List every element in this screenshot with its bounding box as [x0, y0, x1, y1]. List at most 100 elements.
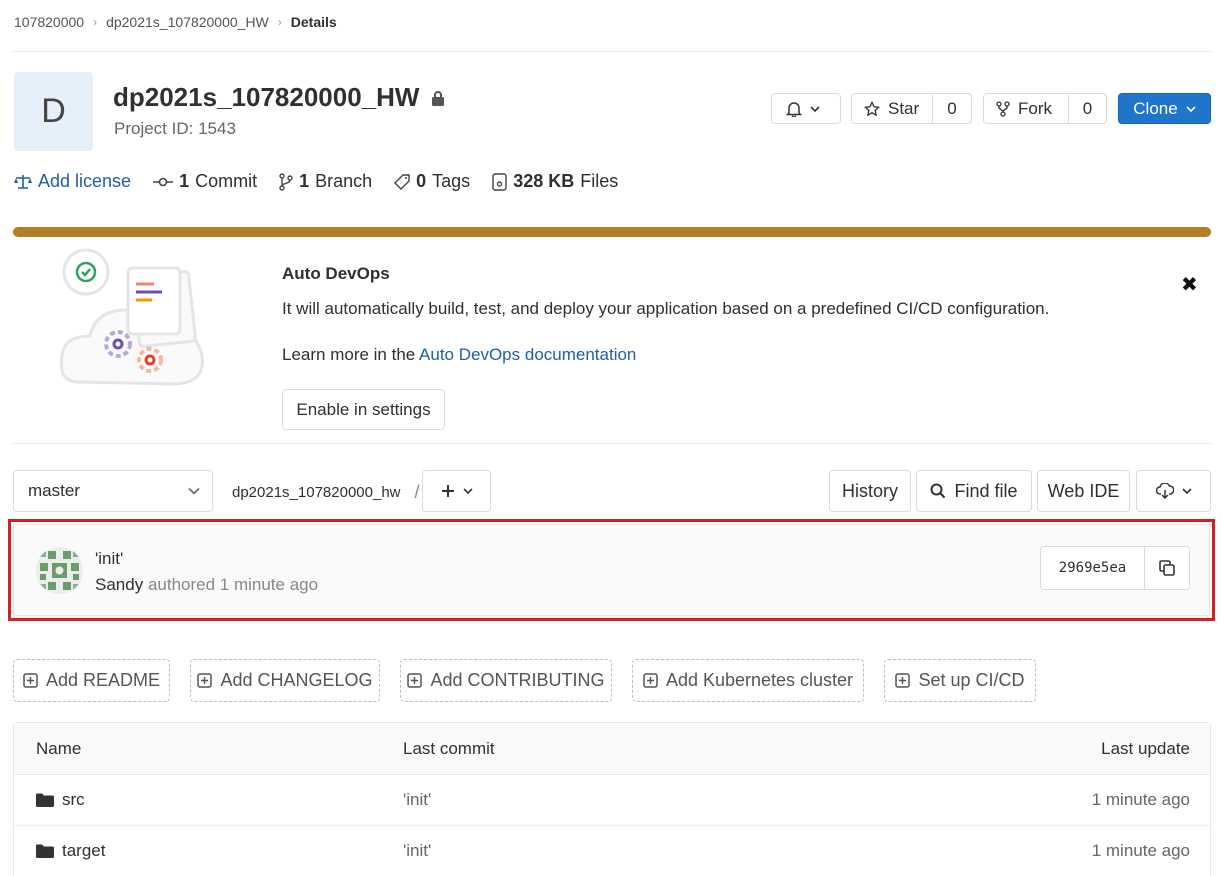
- scale-icon: [14, 174, 32, 189]
- branch-name: master: [28, 481, 80, 500]
- author-avatar[interactable]: [36, 547, 83, 594]
- branch-label: Branch: [315, 171, 373, 191]
- table-header: Name Last commit Last update: [14, 723, 1210, 775]
- bell-icon: [786, 101, 802, 117]
- project-name: dp2021s_107820000_HW: [113, 82, 420, 112]
- devops-illustration: [59, 248, 204, 386]
- plus-square-icon: [197, 673, 213, 688]
- commit-time: authored 1 minute ago: [147, 575, 319, 594]
- file-name[interactable]: target: [62, 841, 105, 861]
- plus-square-icon: [407, 673, 423, 688]
- disk-icon: [492, 172, 507, 191]
- search-icon: [930, 483, 946, 499]
- commit-count: 1: [179, 171, 190, 191]
- download-dropdown[interactable]: [1136, 470, 1211, 512]
- devops-docs-link[interactable]: Auto DevOps documentation: [419, 345, 636, 364]
- identicon-icon: [36, 547, 83, 594]
- notification-dropdown[interactable]: [771, 93, 841, 124]
- column-header-last-update: Last update: [1101, 738, 1190, 758]
- add-contributing-label: Add CONTRIBUTING: [430, 670, 605, 690]
- commit-sha-group: 2969e5ea: [1040, 546, 1190, 590]
- fork-label: Fork: [1018, 98, 1052, 118]
- lock-icon: [432, 90, 445, 106]
- chevron-down-icon: [462, 488, 473, 495]
- history-button[interactable]: History: [829, 470, 911, 512]
- chevron-down-icon: [1181, 488, 1192, 495]
- find-file-button[interactable]: Find file: [916, 470, 1032, 512]
- close-icon[interactable]: ✖: [1181, 272, 1198, 297]
- project-avatar: D: [14, 72, 93, 151]
- find-file-label: Find file: [954, 480, 1018, 501]
- clone-dropdown-button[interactable]: Clone: [1118, 93, 1211, 124]
- add-to-tree-dropdown[interactable]: [422, 470, 491, 512]
- files-size: 328 KB: [513, 171, 575, 191]
- enable-in-settings-button[interactable]: Enable in settings: [282, 389, 445, 430]
- folder-icon: [36, 793, 54, 807]
- commit-message[interactable]: 'init': [95, 549, 123, 569]
- add-kubernetes-cluster-label: Add Kubernetes cluster: [665, 670, 854, 690]
- commit-label: Commit: [195, 171, 258, 191]
- breadcrumb: 107820000 › dp2021s_107820000_HW › Detai…: [14, 12, 337, 32]
- breadcrumb-current[interactable]: Details: [291, 14, 337, 30]
- branches-stat[interactable]: 1 Branch: [279, 171, 372, 192]
- star-label: Star: [888, 98, 920, 118]
- chevron-down-icon: [1186, 105, 1196, 112]
- breadcrumb-group-link[interactable]: 107820000: [14, 14, 84, 30]
- commits-stat[interactable]: 1 Commit: [153, 171, 257, 192]
- repo-path: dp2021s_107820000_hw /: [232, 482, 420, 503]
- file-last-commit[interactable]: 'init': [403, 826, 431, 876]
- divider: [13, 443, 1211, 444]
- table-row[interactable]: target 'init' 1 minute ago: [14, 826, 1210, 876]
- commit-author[interactable]: Sandy: [95, 575, 143, 594]
- devops-learn-prefix: Learn more in the: [282, 345, 420, 364]
- file-last-update: 1 minute ago: [1091, 841, 1190, 860]
- plus-square-icon: [643, 673, 658, 688]
- folder-icon: [36, 844, 54, 858]
- copy-sha-button[interactable]: [1145, 547, 1189, 589]
- add-readme-label: Add README: [45, 670, 161, 690]
- copy-icon: [1159, 560, 1175, 576]
- add-changelog-button[interactable]: Add CHANGELOG: [190, 659, 380, 702]
- devops-banner-accent: [13, 227, 1211, 237]
- chevron-right-icon: ›: [93, 15, 98, 29]
- column-header-last-commit: Last commit: [403, 738, 495, 758]
- commit-sha[interactable]: 2969e5ea: [1041, 547, 1145, 589]
- tag-icon: [394, 173, 410, 190]
- file-name-cell[interactable]: target: [36, 826, 105, 876]
- project-stats: Add license 1 Commit 1 Branch 0 Tags 328 KB…: [14, 171, 640, 192]
- add-license-label: Add license: [38, 171, 132, 191]
- fork-button[interactable]: Fork 0: [983, 93, 1107, 124]
- files-label: Files: [580, 171, 619, 191]
- file-name-cell[interactable]: src: [36, 775, 85, 825]
- project-title: dp2021s_107820000_HW: [113, 82, 445, 113]
- setup-cicd-button[interactable]: Set up CI/CD: [884, 659, 1036, 702]
- devops-description: It will automatically build, test, and d…: [282, 299, 1050, 318]
- add-contributing-button[interactable]: Add CONTRIBUTING: [400, 659, 612, 702]
- column-header-name: Name: [36, 738, 82, 758]
- add-readme-button[interactable]: Add README: [13, 659, 170, 702]
- chevron-down-icon: [188, 487, 200, 495]
- fork-count[interactable]: 0: [1083, 99, 1092, 119]
- plus-icon: [441, 485, 454, 497]
- plus-square-icon: [23, 673, 38, 688]
- files-stat[interactable]: 328 KB Files: [492, 171, 618, 192]
- add-kubernetes-cluster-button[interactable]: Add Kubernetes cluster: [632, 659, 864, 702]
- file-last-commit[interactable]: 'init': [403, 775, 431, 825]
- add-license-link[interactable]: Add license: [14, 171, 131, 192]
- repo-path-root[interactable]: dp2021s_107820000_hw: [232, 484, 401, 501]
- branch-select[interactable]: master: [13, 470, 213, 512]
- commit-meta: Sandy authored 1 minute ago: [95, 575, 318, 595]
- breadcrumb-project-link[interactable]: dp2021s_107820000_HW: [106, 14, 269, 30]
- fork-icon: [996, 100, 1010, 117]
- divider: [13, 51, 1211, 52]
- branch-count: 1: [299, 171, 310, 191]
- star-button[interactable]: Star 0: [851, 93, 972, 124]
- commit-icon: [153, 177, 174, 186]
- tags-stat[interactable]: 0 Tags: [394, 171, 470, 192]
- star-icon: [864, 100, 880, 116]
- table-row[interactable]: src 'init' 1 minute ago: [14, 775, 1210, 826]
- star-count[interactable]: 0: [947, 99, 956, 119]
- web-ide-button[interactable]: Web IDE: [1037, 470, 1130, 512]
- file-name[interactable]: src: [62, 790, 85, 810]
- add-changelog-label: Add CHANGELOG: [220, 670, 373, 690]
